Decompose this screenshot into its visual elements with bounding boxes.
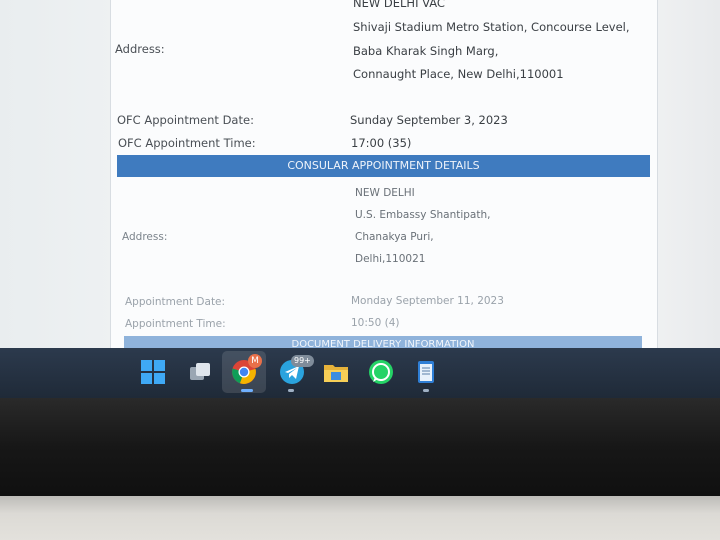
ofc-date-label: OFC Appointment Date: xyxy=(117,113,254,127)
consular-address-line-2: U.S. Embassy Shantipath, xyxy=(355,209,491,221)
consular-appointment-header: CONSULAR APPOINTMENT DETAILS xyxy=(117,155,650,177)
monitor-bezel xyxy=(0,398,720,496)
consular-address-line-3: Chanakya Puri, xyxy=(355,231,434,243)
windows-start-icon[interactable] xyxy=(139,358,167,386)
appointment-time-label: Appointment Time: xyxy=(125,318,226,330)
vac-address-label: Address: xyxy=(115,42,165,56)
vac-name: NEW DELHI VAC xyxy=(353,0,445,10)
consular-address-line-4: Delhi,110021 xyxy=(355,253,426,265)
appointment-date-label: Appointment Date: xyxy=(125,296,226,308)
desk-surface xyxy=(0,496,720,540)
chrome-running-indicator xyxy=(241,389,253,392)
consular-address-label: Address: xyxy=(122,231,168,243)
appointment-confirmation-page: NEW DELHI VAC Address: Shivaji Stadium M… xyxy=(110,0,658,350)
whatsapp-icon[interactable] xyxy=(367,358,395,386)
consular-address-line-1: NEW DELHI xyxy=(355,187,415,199)
vac-address-line-3: Connaught Place, New Delhi,110001 xyxy=(353,67,564,81)
screen: NEW DELHI VAC Address: Shivaji Stadium M… xyxy=(0,0,720,350)
taskbar: M 99+ xyxy=(0,348,720,398)
ofc-date-value: Sunday September 3, 2023 xyxy=(350,113,508,127)
telegram-running-indicator xyxy=(288,389,294,392)
notepad-running-indicator xyxy=(423,389,429,392)
ofc-time-value: 17:00 (35) xyxy=(351,136,412,150)
task-view-icon[interactable] xyxy=(186,358,214,386)
appointment-time-value: 10:50 (4) xyxy=(351,317,400,329)
telegram-unread-badge: 99+ xyxy=(291,355,314,367)
ofc-time-label: OFC Appointment Time: xyxy=(118,136,256,150)
appointment-date-value: Monday September 11, 2023 xyxy=(351,295,504,307)
chrome-profile-badge: M xyxy=(248,354,262,368)
vac-address-line-1: Shivaji Stadium Metro Station, Concourse… xyxy=(353,20,630,34)
notepad-icon[interactable] xyxy=(412,358,440,386)
file-explorer-icon[interactable] xyxy=(322,358,350,386)
vac-address-line-2: Baba Kharak Singh Marg, xyxy=(353,44,499,58)
